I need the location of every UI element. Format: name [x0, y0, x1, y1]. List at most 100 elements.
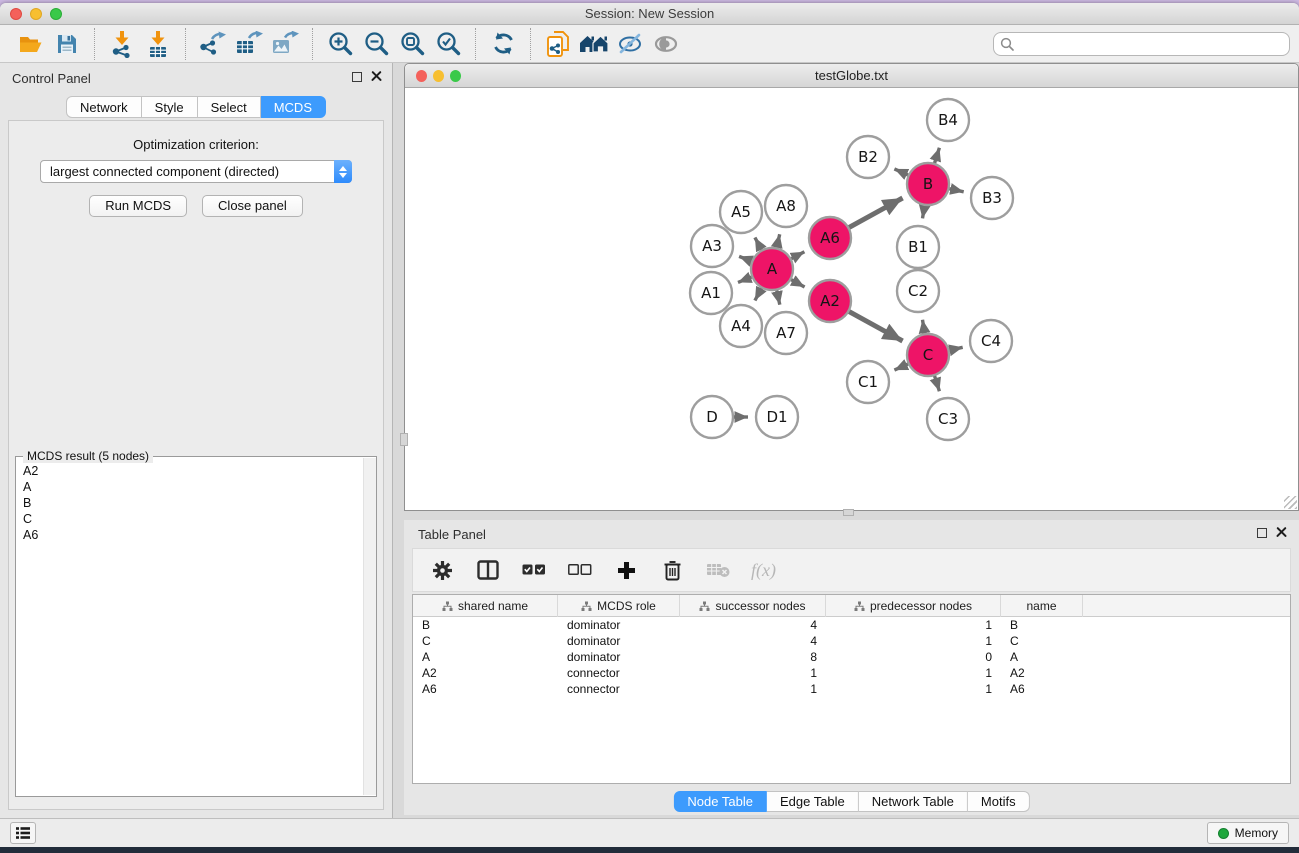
float-table-panel-icon[interactable]	[1257, 528, 1267, 538]
tab-motifs[interactable]: Motifs	[968, 791, 1030, 812]
search-box[interactable]	[993, 32, 1290, 56]
vertical-divider-grip[interactable]	[400, 433, 408, 446]
edge-A-A2[interactable]	[790, 279, 805, 287]
edge-B-B1[interactable]	[923, 204, 925, 219]
tab-style[interactable]: Style	[142, 96, 198, 118]
import-table-icon[interactable]	[140, 28, 176, 60]
export-network-icon[interactable]	[195, 28, 231, 60]
node-A7[interactable]: A7	[765, 312, 807, 354]
edge-C-C2[interactable]	[923, 320, 925, 336]
table-row[interactable]: A2connector11A2	[413, 665, 1290, 681]
refresh-view-icon[interactable]	[485, 28, 521, 60]
close-panel-button[interactable]: Close panel	[202, 195, 303, 217]
delete-column-icon[interactable]	[659, 556, 685, 584]
node-B[interactable]: B	[907, 163, 949, 205]
node-A3[interactable]: A3	[691, 225, 733, 267]
node-A1[interactable]: A1	[690, 272, 732, 314]
hide-graphics-details-icon[interactable]	[612, 28, 648, 60]
edge-C-C4[interactable]	[948, 347, 963, 350]
edge-A-A6[interactable]	[790, 252, 805, 260]
table-row[interactable]: Cdominator41C	[413, 633, 1290, 649]
import-network-icon[interactable]	[104, 28, 140, 60]
node-B2[interactable]: B2	[847, 136, 889, 178]
show-column-icon[interactable]	[475, 556, 501, 584]
node-C1[interactable]: C1	[847, 361, 889, 403]
close-table-panel-icon[interactable]	[1276, 527, 1287, 538]
node-A8[interactable]: A8	[765, 185, 807, 227]
zoom-out-icon[interactable]	[358, 28, 394, 60]
horizontal-divider-grip[interactable]	[843, 509, 854, 516]
mcds-result-item[interactable]: A2	[17, 463, 362, 479]
task-history-button[interactable]	[10, 822, 36, 844]
column-header-predecessor-nodes[interactable]: predecessor nodes	[826, 595, 1001, 617]
edge-A2-C[interactable]	[848, 311, 903, 341]
edge-B-B4[interactable]	[934, 148, 939, 165]
network-overview-homes-icon[interactable]	[576, 28, 612, 60]
delete-table-icon[interactable]	[705, 556, 731, 584]
mcds-result-item[interactable]: A	[17, 479, 362, 495]
tab-edge-table[interactable]: Edge Table	[767, 791, 859, 812]
tab-node-table[interactable]: Node Table	[673, 791, 767, 812]
edge-B-B2[interactable]	[894, 169, 909, 176]
close-panel-icon[interactable]	[371, 71, 382, 82]
column-header-name[interactable]: name	[1001, 595, 1083, 617]
node-B3[interactable]: B3	[971, 177, 1013, 219]
search-input[interactable]	[1019, 37, 1283, 52]
float-panel-icon[interactable]	[352, 72, 362, 82]
save-session-icon[interactable]	[49, 28, 85, 60]
node-A6[interactable]: A6	[809, 217, 851, 259]
zoom-button[interactable]	[50, 8, 62, 20]
edge-B-B3[interactable]	[948, 188, 964, 192]
show-graphics-details-icon[interactable]	[648, 28, 684, 60]
tab-network[interactable]: Network	[66, 96, 142, 118]
tab-mcds[interactable]: MCDS	[261, 96, 326, 118]
column-header-successor-nodes[interactable]: successor nodes	[680, 595, 826, 617]
node-A5[interactable]: A5	[720, 191, 762, 233]
edge-A-A3[interactable]	[739, 256, 753, 261]
export-table-icon[interactable]	[231, 28, 267, 60]
export-image-icon[interactable]	[267, 28, 303, 60]
zoom-fit-icon[interactable]	[394, 28, 430, 60]
network-window-titlebar[interactable]: testGlobe.txt	[405, 64, 1298, 88]
zoom-in-icon[interactable]	[322, 28, 358, 60]
node-C[interactable]: C	[907, 334, 949, 376]
network-zoom-button[interactable]	[450, 70, 461, 82]
table-row[interactable]: A6connector11A6	[413, 681, 1290, 697]
network-minimize-button[interactable]	[433, 70, 444, 82]
mcds-result-item[interactable]: B	[17, 495, 362, 511]
tab-select[interactable]: Select	[198, 96, 261, 118]
node-C4[interactable]: C4	[970, 320, 1012, 362]
network-canvas[interactable]: B4 B2 B B3 A5A8A6 B1 A3 A A1 C2 A2 A4A7 C4 C C1 C3 D D1	[405, 88, 1298, 510]
edge-A-A1[interactable]	[738, 276, 753, 282]
edge-C-C3[interactable]	[934, 374, 939, 391]
edge-A-A5[interactable]	[755, 238, 763, 252]
edge-A-A8[interactable]	[776, 234, 779, 249]
optimization-criterion-select[interactable]: largest connected component (directed)	[40, 160, 352, 183]
window-resize-grip[interactable]	[1284, 496, 1297, 509]
node-D1[interactable]: D1	[756, 396, 798, 438]
close-button[interactable]	[10, 8, 22, 20]
edge-C-C1[interactable]	[894, 363, 909, 370]
edge-A-A7[interactable]	[776, 289, 780, 305]
node-C3[interactable]: C3	[927, 398, 969, 440]
mcds-result-item[interactable]: C	[17, 511, 362, 527]
column-header-shared-name[interactable]: shared name	[413, 595, 558, 617]
select-all-icon[interactable]	[521, 556, 547, 584]
minimize-button[interactable]	[30, 8, 42, 20]
node-B4[interactable]: B4	[927, 99, 969, 141]
network-close-button[interactable]	[416, 70, 427, 82]
table-row[interactable]: Adominator80A	[413, 649, 1290, 665]
node-A4[interactable]: A4	[720, 305, 762, 347]
table-settings-icon[interactable]	[429, 556, 455, 584]
memory-button[interactable]: Memory	[1207, 822, 1289, 844]
edge-A-A4[interactable]	[755, 287, 763, 301]
node-A[interactable]: A	[751, 248, 793, 290]
tab-network-table[interactable]: Network Table	[859, 791, 968, 812]
column-header-MCDS-role[interactable]: MCDS role	[558, 595, 680, 617]
node-C2[interactable]: C2	[897, 270, 939, 312]
node-B1[interactable]: B1	[897, 226, 939, 268]
node-A2[interactable]: A2	[809, 280, 851, 322]
node-D[interactable]: D	[691, 396, 733, 438]
add-column-icon[interactable]	[613, 556, 639, 584]
deselect-all-icon[interactable]	[567, 556, 593, 584]
